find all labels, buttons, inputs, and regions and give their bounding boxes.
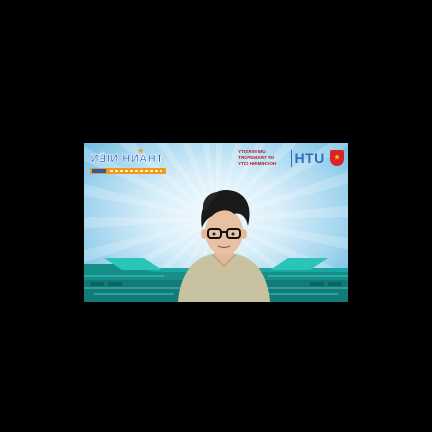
event-logo: ★ THANH NIÊN xyxy=(90,147,172,175)
event-logo-chip xyxy=(92,169,106,173)
logo-divider xyxy=(291,150,292,167)
university-name-line-3: HOCHIMINH CITY xyxy=(238,161,277,166)
screen: ★ THANH NIÊN UTH UNIVERSITY OF TRANSPORT… xyxy=(0,0,432,432)
participant-figure xyxy=(174,188,274,302)
video-tile[interactable]: ★ THANH NIÊN UTH UNIVERSITY OF TRANSPORT… xyxy=(84,143,348,302)
uth-mark: UTH xyxy=(293,150,324,166)
event-logo-strip xyxy=(90,168,166,174)
event-logo-headline: THANH NIÊN xyxy=(90,153,163,166)
university-name: UNIVERSITY OF TRANSPORT HOCHIMINH CITY xyxy=(238,149,288,167)
participant-silhouette xyxy=(178,190,270,302)
event-logo-tagline xyxy=(110,170,162,172)
youth-union-badge-icon xyxy=(330,150,344,166)
university-logo: UTH UNIVERSITY OF TRANSPORT HOCHIMINH CI… xyxy=(238,148,344,170)
